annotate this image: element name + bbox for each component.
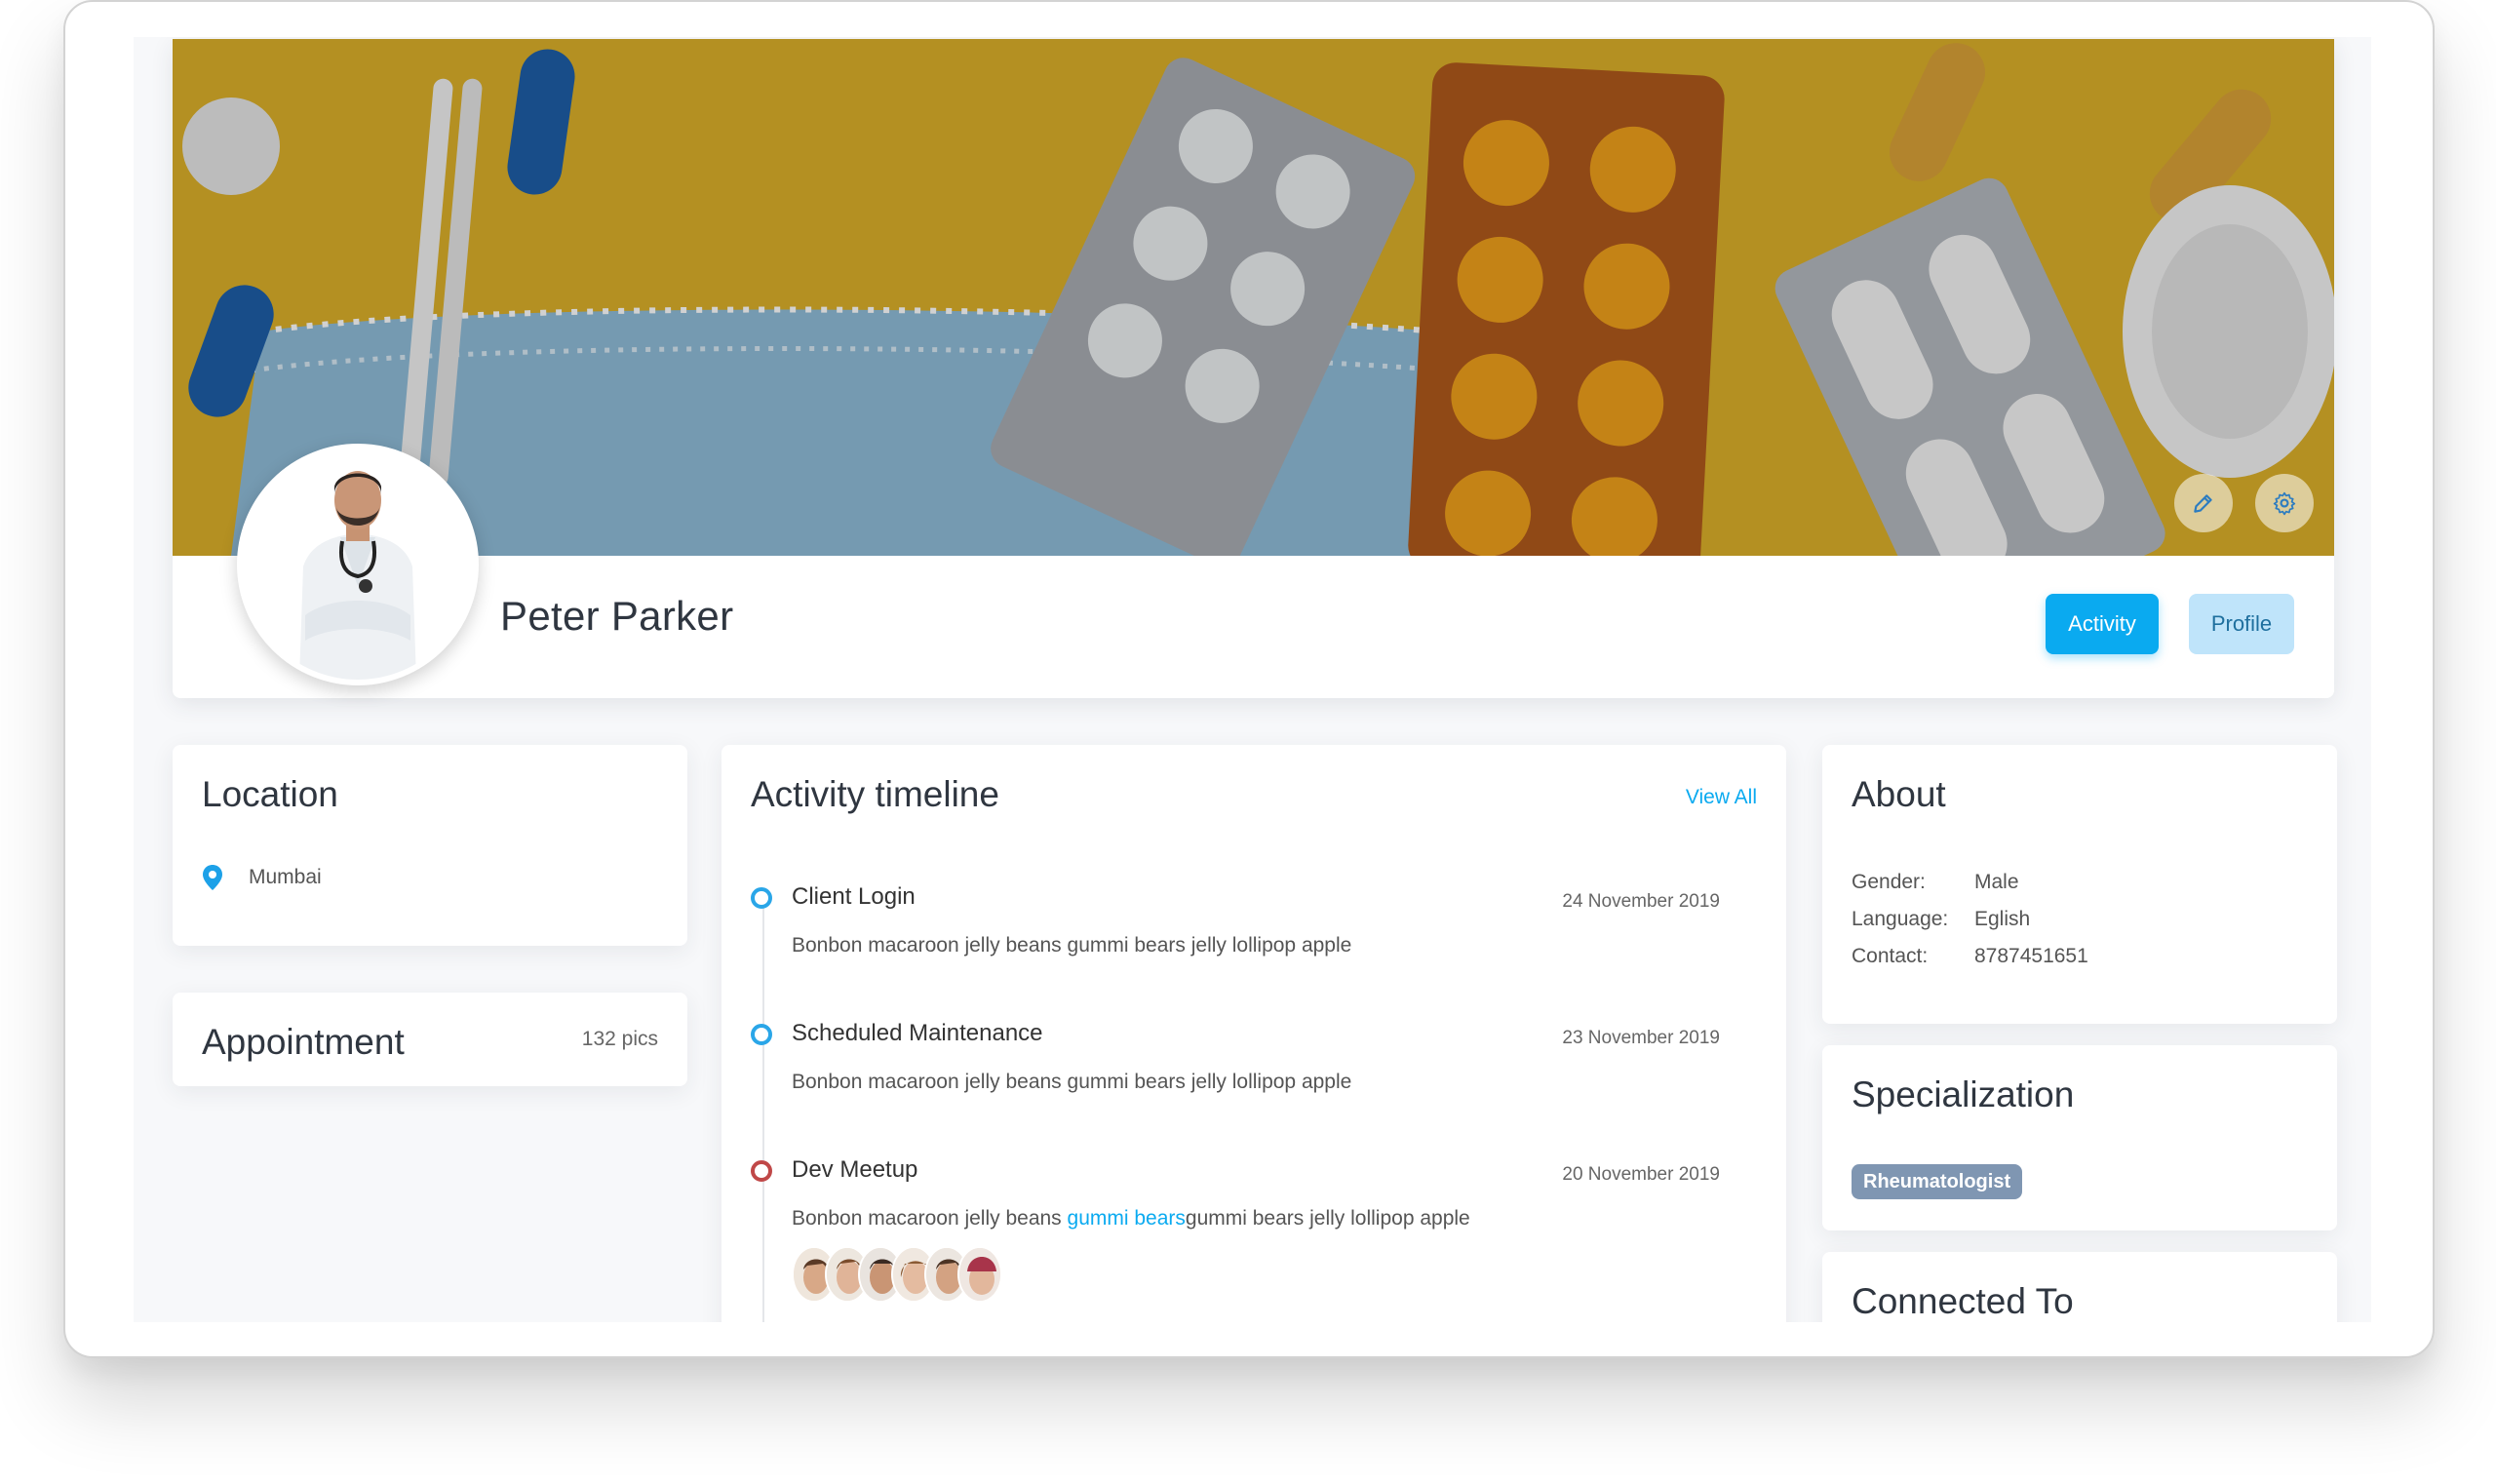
desc-text: Bonbon macaroon jelly beans — [792, 1207, 1068, 1230]
about-row-gender: Gender: Male — [1852, 864, 2088, 901]
timeline-item-title: Dev Meetup — [792, 1156, 918, 1183]
about-key: Language: — [1852, 908, 1949, 930]
map-pin-icon — [203, 865, 222, 890]
gummi-bears-link[interactable]: gummi bears — [1068, 1207, 1186, 1230]
about-row-language: Language: Eglish — [1852, 901, 2088, 938]
about-value: Eglish — [1974, 908, 2031, 930]
about-value: 8787451651 — [1974, 945, 2088, 967]
attendee-avatar[interactable] — [957, 1246, 1002, 1303]
view-all-link[interactable]: View All — [1686, 786, 1757, 809]
pencil-icon — [2194, 494, 2212, 513]
desc-text: gummi bears jelly lollipop apple — [1185, 1207, 1470, 1230]
appointment-title: Appointment — [202, 1022, 405, 1062]
doctor-photo — [243, 449, 473, 680]
about-title: About — [1852, 774, 1946, 814]
timeline-dot — [751, 887, 772, 909]
settings-button[interactable] — [2255, 474, 2314, 532]
gear-icon — [2273, 491, 2296, 516]
user-name: Peter Parker — [500, 593, 734, 639]
about-row-contact: Contact: 8787451651 — [1852, 938, 2088, 975]
connected-to-card: Connected To — [1822, 1252, 2337, 1322]
cover-illustration — [173, 39, 2334, 556]
timeline-item-title: Client Login — [792, 883, 916, 910]
attendee-avatars — [792, 1246, 1002, 1303]
avatar[interactable] — [237, 444, 479, 685]
activity-timeline-card: Activity timeline View All Client Login … — [722, 745, 1786, 1322]
cover-image — [173, 39, 2334, 556]
timeline-line — [762, 907, 764, 1322]
specialization-card: Specialization Rheumatologist — [1822, 1045, 2337, 1230]
timeline-item-date: 24 November 2019 — [1562, 891, 1720, 912]
timeline-item-date: 20 November 2019 — [1562, 1164, 1720, 1185]
profile-header-card: Peter Parker Activity Profile — [173, 39, 2334, 698]
connected-to-title: Connected To — [1852, 1281, 2074, 1321]
about-card: About Gender: Male Language: Eglish Cont… — [1822, 745, 2337, 1024]
timeline-dot — [751, 1160, 772, 1182]
timeline-item-desc: Bonbon macaroon jelly beans gummi bears … — [792, 1071, 1352, 1093]
app-screen: Peter Parker Activity Profile Location M… — [134, 37, 2371, 1322]
activity-button[interactable]: Activity — [2046, 594, 2159, 654]
timeline-dot — [751, 1024, 772, 1045]
edit-cover-button[interactable] — [2174, 474, 2233, 532]
profile-button[interactable]: Profile — [2189, 594, 2294, 654]
device-frame: Peter Parker Activity Profile Location M… — [63, 0, 2435, 1358]
about-key: Gender: — [1852, 871, 1926, 893]
location-card: Location Mumbai — [173, 745, 687, 946]
location-row: Mumbai — [202, 864, 322, 891]
timeline-item-desc: Bonbon macaroon jelly beans gummi bears … — [792, 934, 1352, 957]
location-title: Location — [202, 774, 338, 814]
timeline-title: Activity timeline — [751, 774, 999, 814]
appointment-card[interactable]: Appointment 132 pics — [173, 993, 687, 1086]
appointment-count: 132 pics — [581, 1028, 658, 1050]
about-details: Gender: Male Language: Eglish Contact: 8… — [1852, 864, 2088, 975]
timeline-item-date: 23 November 2019 — [1562, 1028, 1720, 1048]
about-value: Male — [1974, 871, 2019, 893]
about-key: Contact: — [1852, 945, 1929, 967]
specialization-title: Specialization — [1852, 1074, 2075, 1114]
location-city: Mumbai — [249, 866, 322, 888]
timeline-item-desc: Bonbon macaroon jelly beans gummi bearsg… — [792, 1207, 1470, 1230]
timeline-item-title: Scheduled Maintenance — [792, 1020, 1043, 1046]
specialization-badge: Rheumatologist — [1852, 1164, 2023, 1199]
